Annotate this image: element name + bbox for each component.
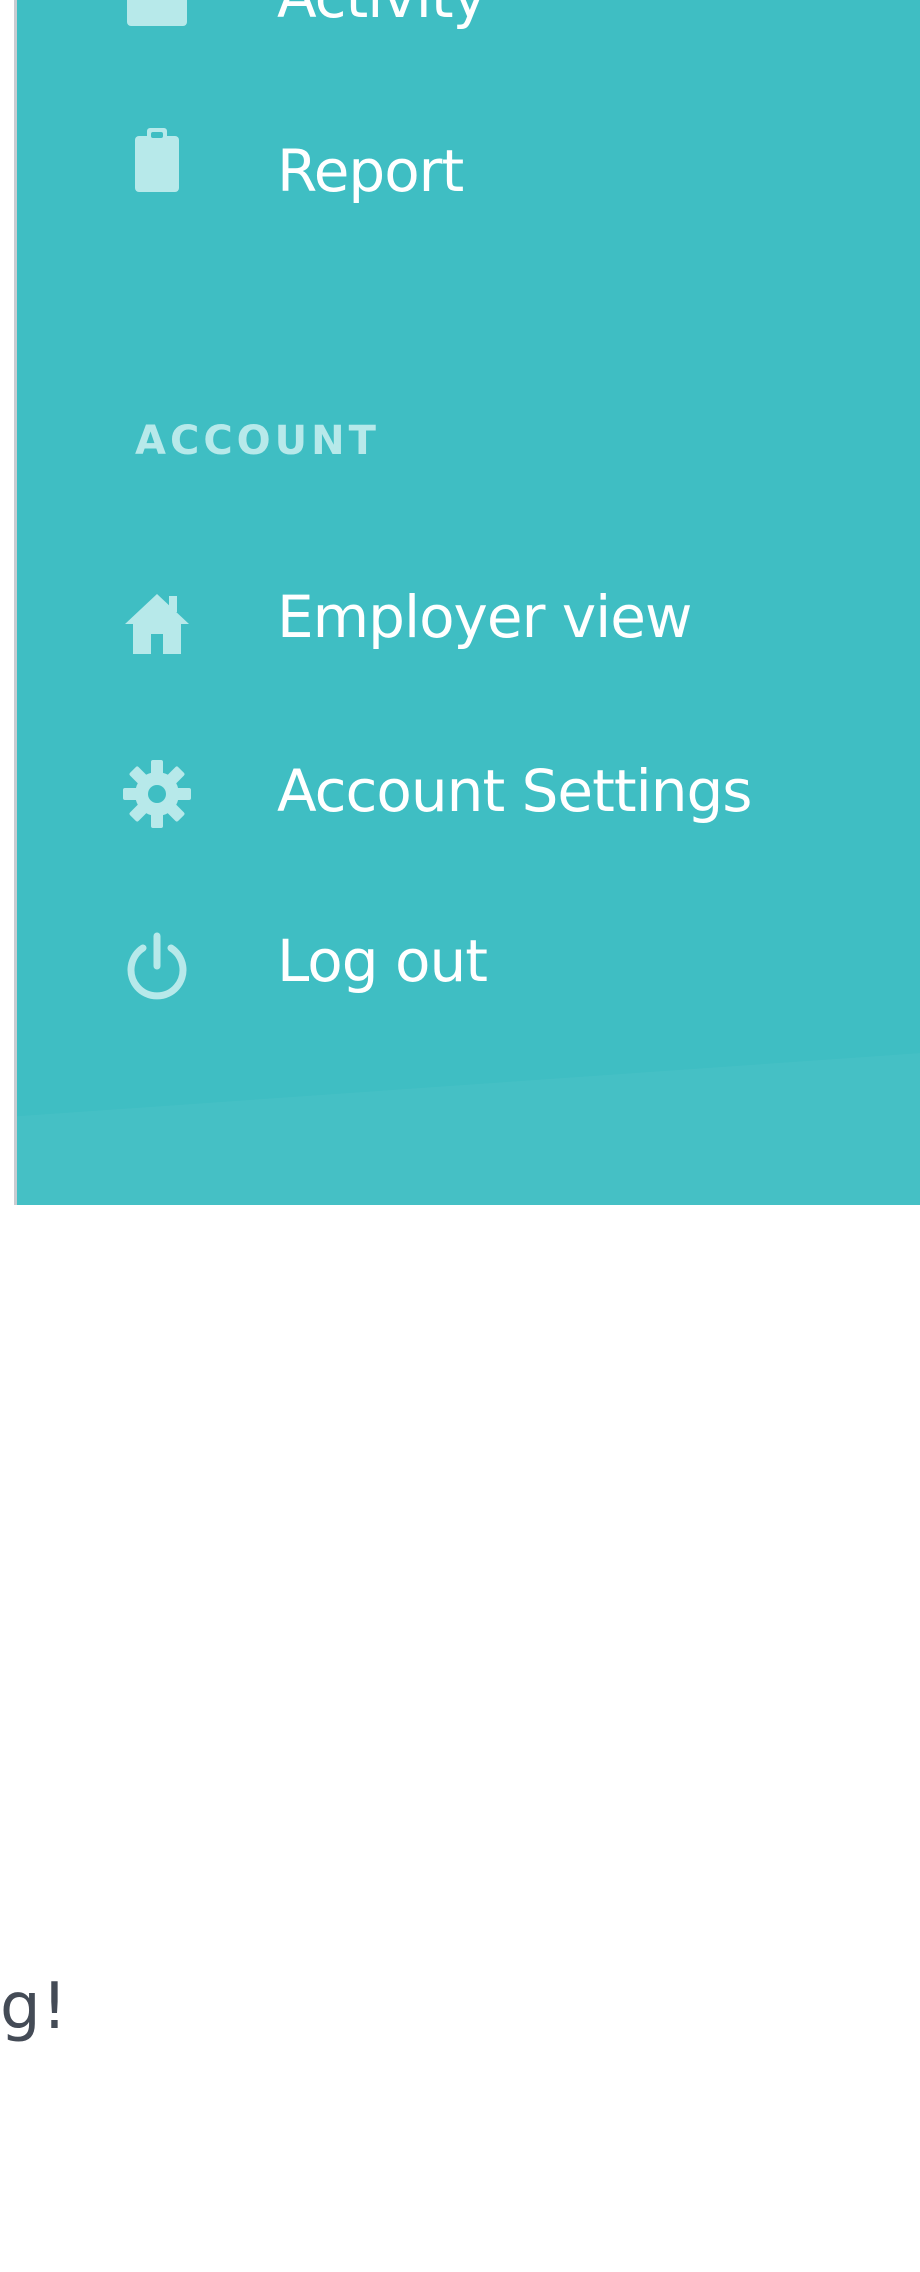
sidebar-item-label: Account Settings [277, 757, 753, 825]
sidebar-item-account-settings[interactable]: Account Settings [17, 730, 920, 850]
sidebar-item-activity[interactable]: Activity [17, 0, 920, 64]
sidebar-item-label: Employer view [277, 583, 692, 651]
sidebar-menu: Activity Report ACCOUNT Employer view [14, 0, 920, 1205]
home-icon [121, 588, 193, 660]
section-title-account: ACCOUNT [135, 418, 380, 464]
inbox-icon [121, 0, 193, 36]
gear-icon [121, 758, 193, 830]
sidebar-item-label: Report [277, 137, 464, 205]
sidebar-item-report[interactable]: Report [17, 112, 920, 232]
sidebar-item-label: Activity [277, 0, 487, 32]
power-icon [121, 932, 193, 1004]
partial-heading-text: g! [0, 1970, 69, 2044]
sidebar-item-label: Log out [277, 927, 488, 995]
sidebar-item-log-out[interactable]: Log out [17, 904, 920, 1024]
sidebar-item-employer-view[interactable]: Employer view [17, 556, 920, 676]
clipboard-icon [121, 124, 193, 196]
